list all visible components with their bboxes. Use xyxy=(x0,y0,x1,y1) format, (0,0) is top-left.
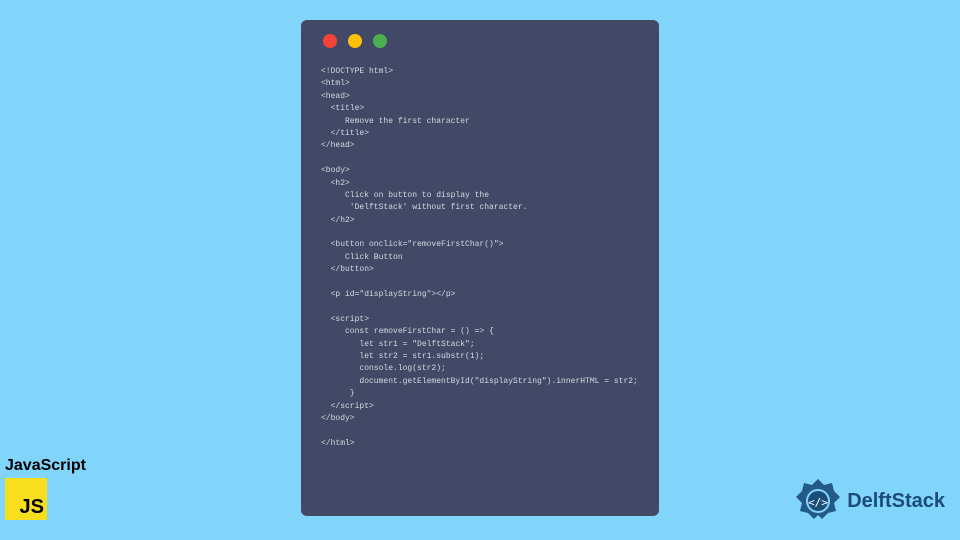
traffic-lights xyxy=(323,34,639,48)
javascript-logo-text: JS xyxy=(20,496,47,520)
traffic-light-green-icon xyxy=(373,34,387,48)
javascript-logo-icon: JS xyxy=(5,478,47,520)
traffic-light-red-icon xyxy=(323,34,337,48)
delftstack-text: DelftStack xyxy=(847,490,945,513)
delftstack-gear-icon: </> xyxy=(794,477,842,525)
code-content: <!DOCTYPE html> <html> <head> <title> Re… xyxy=(321,66,639,450)
code-window: <!DOCTYPE html> <html> <head> <title> Re… xyxy=(301,20,659,516)
delftstack-logo: </> DelftStack xyxy=(794,477,945,525)
traffic-light-yellow-icon xyxy=(348,34,362,48)
javascript-badge: JavaScript JS xyxy=(5,457,86,520)
svg-text:</>: </> xyxy=(808,496,828,509)
javascript-label: JavaScript xyxy=(5,457,86,475)
